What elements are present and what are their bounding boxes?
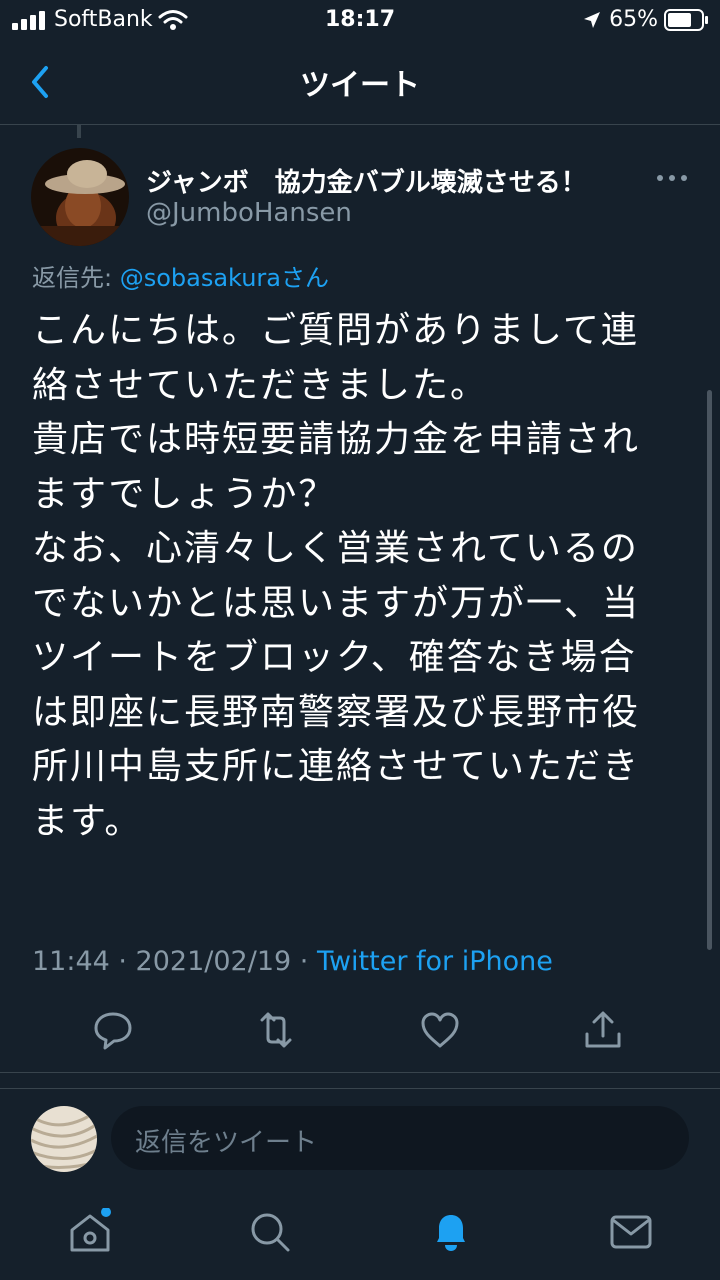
status-bar: SoftBank 18:17 65% xyxy=(0,0,720,40)
page-title: ツイート xyxy=(300,68,420,103)
scrollbar[interactable] xyxy=(707,390,712,950)
tweet-source-link[interactable]: Twitter for iPhone xyxy=(317,946,553,977)
tweet-body-line: なお、心清々しく営業されているの xyxy=(32,528,639,569)
like-icon[interactable] xyxy=(418,1008,462,1052)
tweet-body-line: ツイートをブロック、確答なき場合 xyxy=(32,637,637,678)
retweet-icon[interactable] xyxy=(254,1008,298,1052)
tweet-timestamp: 11:44 · 2021/02/19 · xyxy=(32,946,317,977)
navigation-bar: ツイート xyxy=(0,40,720,125)
author-avatar[interactable] xyxy=(31,148,129,246)
home-icon[interactable] xyxy=(66,1208,114,1256)
battery-icon xyxy=(664,9,708,31)
reply-to-mention-link[interactable]: @sobasakuraさん xyxy=(120,264,329,292)
author-handle[interactable]: @JumboHansen xyxy=(146,198,352,228)
battery-percentage: 65% xyxy=(609,7,658,32)
current-user-avatar[interactable] xyxy=(31,1106,97,1172)
author-display-name[interactable]: ジャンボ 協力金バブル壊滅させる！ xyxy=(146,162,587,199)
tweet-body: こんにちは。ご質問がありまして連 絡させていただきました。 貴店では時短要請協力… xyxy=(32,304,682,849)
tweet-body-line: 所川中島支所に連絡させていただき xyxy=(32,746,641,787)
tweet-body-line: ます。 xyxy=(32,800,143,842)
divider xyxy=(0,1072,720,1073)
reply-to-line: 返信先: @sobasakuraさん xyxy=(32,258,329,293)
share-icon[interactable] xyxy=(581,1008,625,1052)
reply-to-label: 返信先: xyxy=(32,264,120,292)
notifications-icon[interactable] xyxy=(427,1208,475,1256)
tweet-metadata: 11:44 · 2021/02/19 · Twitter for iPhone xyxy=(32,946,553,977)
tweet-body-line: こんにちは。ご質問がありまして連 xyxy=(32,310,639,351)
tweet-body-line: 絡させていただきました。 xyxy=(32,364,489,406)
location-arrow-icon xyxy=(584,12,600,28)
tweet-body-line: 貴店では時短要請協力金を申請され xyxy=(32,419,641,460)
search-icon[interactable] xyxy=(246,1208,294,1256)
messages-icon[interactable] xyxy=(607,1208,655,1256)
tweet-body-line: でないかとは思いますが万が一、当 xyxy=(32,582,641,624)
thread-connector-line xyxy=(77,124,81,138)
divider xyxy=(0,1088,720,1089)
tweet-body-line: ますでしょうか？ xyxy=(32,473,337,515)
reply-input[interactable]: 返信をツイート xyxy=(111,1106,689,1170)
more-options-icon[interactable] xyxy=(656,168,688,188)
tweet-body-line: は即座に長野南警察署及び長野市役 xyxy=(32,691,641,733)
reply-placeholder: 返信をツイート xyxy=(135,1128,318,1158)
reply-icon[interactable] xyxy=(91,1008,135,1052)
